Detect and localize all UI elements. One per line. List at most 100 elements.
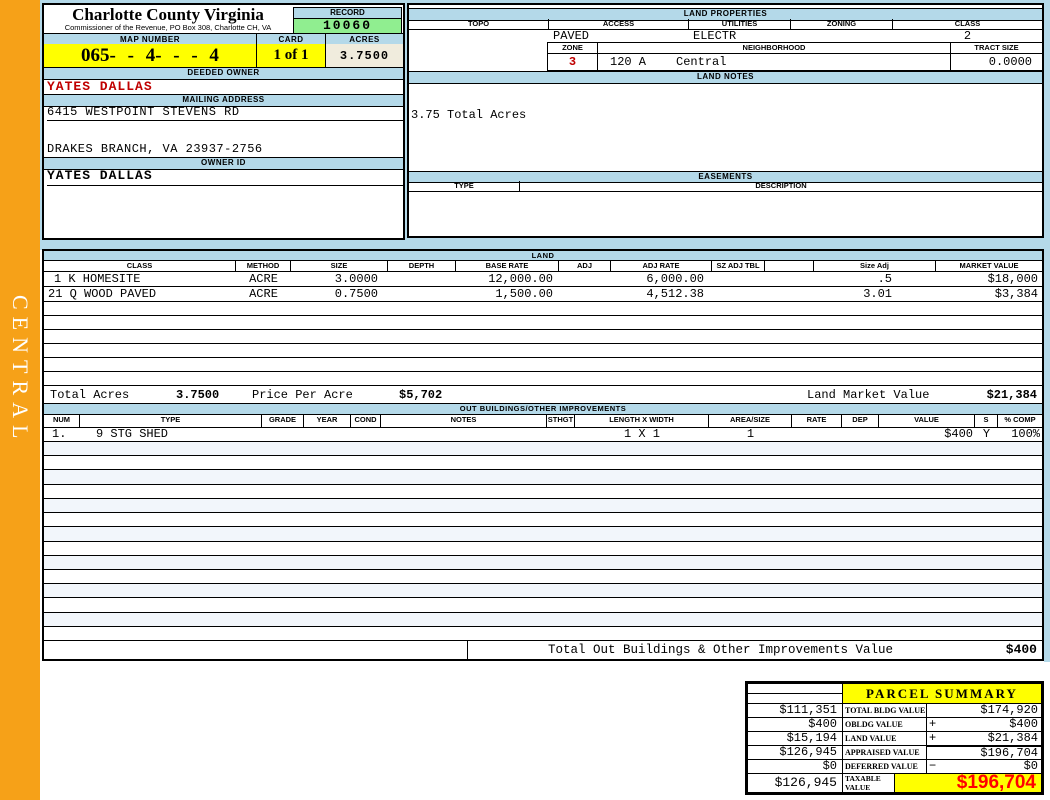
owner-panel: Charlotte County Virginia Commissioner o… — [42, 3, 405, 240]
ob-h-num: NUM — [44, 415, 80, 427]
land-band: LAND — [44, 251, 1042, 261]
parcel-record-card: CENTRAL Charlotte County Virginia Commis… — [0, 0, 1050, 800]
land-market-value: $21,384 — [986, 388, 1037, 402]
topo-header: TOPO — [409, 19, 549, 29]
prior-obldg-value: $400 — [747, 717, 843, 732]
empty-row — [44, 456, 1042, 471]
prior-taxable-value: $126,945 — [747, 773, 843, 793]
deferred-value-label: DEFERRED VALUE — [842, 759, 927, 774]
land-row: 21 Q WOOD PAVED ACRE 0.7500 1,500.00 4,5… — [44, 287, 1042, 302]
address-line2: DRAKES BRANCH, VA 23937-2756 — [47, 142, 263, 156]
land-totals-row: Total Acres 3.7500 Price Per Acre $5,702… — [44, 386, 1042, 404]
land-value: + $21,384 — [926, 731, 1042, 746]
price-per-acre-value: $5,702 — [399, 388, 443, 402]
land-properties-panel: LAND PROPERTIES TOPO ACCESS UTILITIES ZO… — [407, 3, 1044, 238]
empty-row — [44, 316, 1042, 330]
land-note: 3.75 Total Acres — [411, 108, 527, 122]
appraised-value-label: APPRAISED VALUE — [842, 745, 927, 760]
county-title: Charlotte County Virginia — [72, 5, 264, 24]
easement-type-header: TYPE — [409, 181, 520, 191]
obldg-value-label: OBLDG VALUE — [842, 717, 927, 732]
zone-header: ZONE — [548, 43, 598, 53]
empty-row — [44, 513, 1042, 528]
title-block: Charlotte County Virginia Commissioner o… — [44, 5, 292, 32]
out-buildings-total-value: $400 — [1005, 642, 1037, 657]
empty-row — [44, 358, 1042, 372]
acres-value: 3.7500 — [326, 44, 403, 67]
zone-value: 3 — [548, 54, 598, 70]
ob-h-sthgt: STHGT — [547, 415, 575, 427]
map-value-row: 065- - 4- - - 4 1 of 1 3.7500 — [44, 44, 403, 68]
taxable-value-label: TAXABLE VALUE — [842, 773, 895, 793]
ob-h-area-size: AREA/SIZE — [709, 415, 792, 427]
district-sidebar: CENTRAL — [0, 0, 40, 800]
utilities-value: ELECTR — [693, 29, 737, 43]
out-buildings-total-box: Total Out Buildings & Other Improvements… — [467, 641, 1042, 659]
deeded-owner-value: YATES DALLAS — [47, 79, 153, 94]
appraised-value: $196,704 — [926, 745, 1042, 760]
neighborhood-header: NEIGHBORHOOD — [598, 43, 951, 53]
out-buildings-total-row: Total Out Buildings & Other Improvements… — [44, 641, 1042, 659]
map-number-value: 065- - 4- - - 4 — [44, 44, 257, 67]
neighborhood-value: 120 A Central — [598, 54, 951, 70]
empty-row — [44, 627, 1042, 642]
land-h-adj-rate: ADJ RATE — [611, 261, 712, 271]
neighborhood-name: Central — [676, 55, 727, 69]
land-h-adj: ADJ — [559, 261, 611, 271]
land-h-class: CLASS — [44, 261, 236, 271]
record-box: RECORD 10060 — [293, 7, 402, 34]
out-buildings-empty-rows — [44, 442, 1042, 642]
ob-h-value: VALUE — [879, 415, 975, 427]
empty-row — [44, 598, 1042, 613]
empty-row — [44, 330, 1042, 344]
prior-land-value: $15,194 — [747, 731, 843, 746]
empty-row — [44, 498, 1042, 514]
empty-row — [44, 542, 1042, 556]
ob-h-grade: GRADE — [262, 415, 304, 427]
land-h-size: SIZE — [291, 261, 388, 271]
ob-h-s: S — [975, 415, 998, 427]
parcel-summary-panel: PARCEL SUMMARY $111,351 TOTAL BLDG VALUE… — [745, 681, 1044, 795]
price-per-acre-label: Price Per Acre — [252, 388, 353, 402]
empty-row — [44, 570, 1042, 585]
parcel-summary-title: PARCEL SUMMARY — [842, 683, 1042, 704]
prior-deferred-value: $0 — [747, 759, 843, 774]
land-h-base-rate: BASE RATE — [456, 261, 559, 271]
prior-appraised-value: $126,945 — [747, 745, 843, 760]
access-value: PAVED — [553, 29, 590, 43]
access-header: ACCESS — [549, 19, 689, 29]
empty-row — [44, 344, 1042, 358]
out-buildings-headers: NUM TYPE GRADE YEAR COND NOTES STHGT LEN… — [44, 415, 1042, 428]
ob-h-length-width: LENGTH X WIDTH — [575, 415, 709, 427]
zone-table: ZONE NEIGHBORHOOD TRACT SIZE 3 120 A Cen… — [547, 42, 1042, 71]
total-acres-value: 3.7500 — [176, 388, 220, 402]
land-h-method: METHOD — [236, 261, 291, 271]
land-empty-rows — [44, 302, 1042, 386]
total-acres-label: Total Acres — [50, 388, 130, 402]
land-row: 1 K HOMESITE ACRE 3.0000 12,000.00 6,000… — [44, 272, 1042, 287]
ob-h-dep: DEP — [842, 415, 879, 427]
card-value: 1 of 1 — [257, 44, 326, 67]
out-buildings-total-label: Total Out Buildings & Other Improvements… — [548, 643, 894, 657]
prior-total-bldg-value: $111,351 — [747, 703, 843, 718]
out-buildings-band: OUT BUILDINGS/OTHER IMPROVEMENTS — [44, 404, 1042, 415]
class-header: CLASS — [954, 19, 981, 28]
utilities-header: UTILITIES — [689, 19, 791, 29]
easements-headers: TYPE DESCRIPTION — [409, 181, 1042, 192]
ob-h-rate: RATE — [792, 415, 842, 427]
tract-size-header: TRACT SIZE — [974, 43, 1019, 52]
class-value: 2 — [963, 29, 972, 43]
zoning-header: ZONING — [791, 19, 893, 29]
empty-row — [44, 470, 1042, 485]
zoning-value — [791, 29, 893, 43]
ob-h-type: TYPE — [80, 415, 262, 427]
neighborhood-code: 120 A — [610, 55, 647, 69]
record-value: 10060 — [294, 19, 401, 33]
tract-size-value: 0.0000 — [988, 55, 1032, 69]
empty-row — [44, 442, 1042, 457]
district-label: CENTRAL — [8, 294, 33, 446]
empty-row — [44, 485, 1042, 499]
land-table-headers: CLASS METHOD SIZE DEPTH BASE RATE ADJ AD… — [44, 261, 1042, 272]
empty-row — [44, 555, 1042, 570]
land-h-sz-adj-tbl: SZ ADJ TBL — [712, 261, 765, 271]
